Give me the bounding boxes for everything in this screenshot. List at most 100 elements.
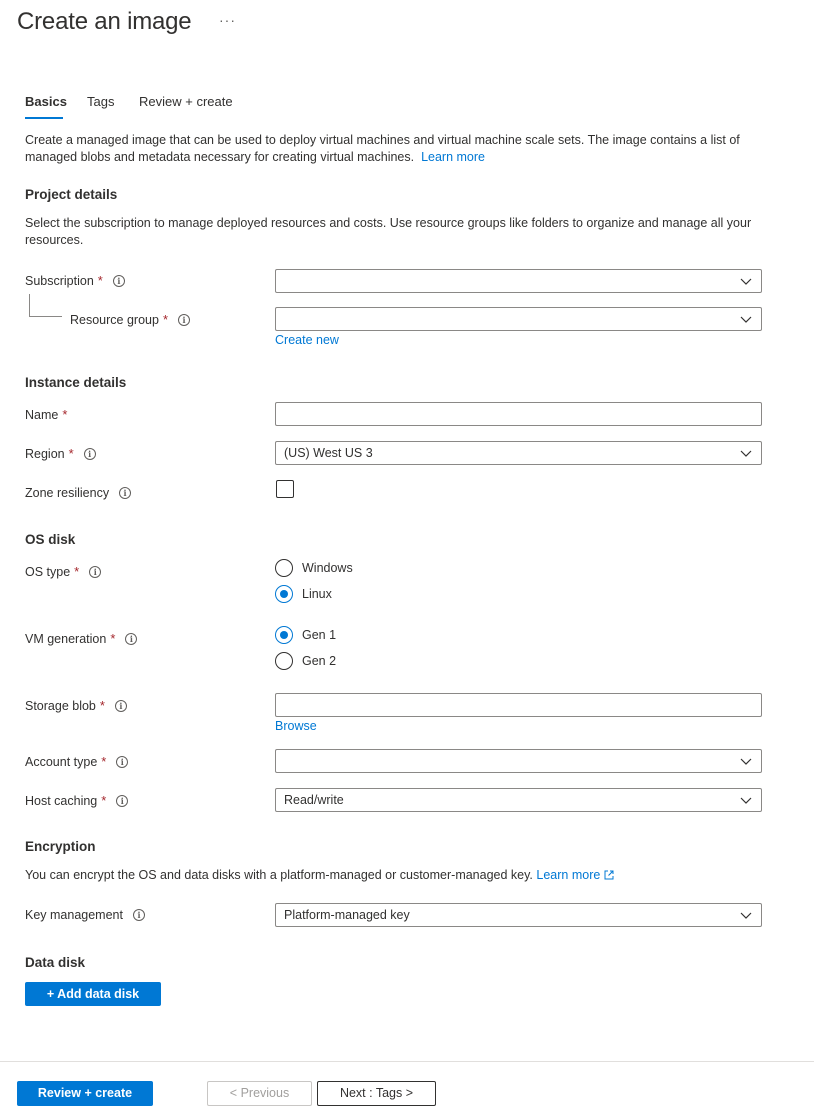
key-management-label-text: Key management (25, 908, 123, 922)
vm-gen-2-option[interactable]: Gen 2 (275, 652, 336, 670)
radio-label: Gen 2 (302, 654, 337, 668)
encryption-description: You can encrypt the OS and data disks wi… (25, 867, 775, 884)
add-data-disk-button[interactable]: + Add data disk (25, 982, 161, 1006)
zone-resiliency-label-text: Zone resiliency (25, 486, 110, 500)
learn-more-link[interactable]: Learn more (421, 150, 485, 164)
project-details-heading: Project details (25, 187, 118, 202)
key-management-label: Key management i (25, 908, 145, 922)
name-input[interactable] (275, 402, 762, 426)
radio-label: Gen 1 (302, 628, 337, 642)
review-create-button[interactable]: Review + create (17, 1081, 153, 1106)
page-title: Create an image (17, 8, 192, 35)
host-caching-value: Read/write (284, 793, 344, 807)
active-tab-indicator (25, 117, 63, 119)
info-icon[interactable]: i (114, 699, 127, 712)
info-icon[interactable]: i (89, 565, 102, 578)
tab-tags[interactable]: Tags (87, 94, 114, 109)
info-icon[interactable]: i (112, 274, 125, 287)
instance-details-heading: Instance details (25, 375, 127, 390)
browse-link[interactable]: Browse (275, 719, 317, 733)
os-type-linux-option[interactable]: Linux (275, 585, 332, 603)
key-management-dropdown[interactable]: Platform-managed key (275, 903, 762, 927)
storage-blob-input[interactable] (275, 693, 762, 717)
account-type-dropdown[interactable] (275, 749, 762, 773)
next-tags-button[interactable]: Next : Tags > (317, 1081, 436, 1106)
region-dropdown[interactable]: (US) West US 3 (275, 441, 762, 465)
region-value: (US) West US 3 (284, 446, 373, 460)
learn-more-text: Learn more (536, 868, 601, 882)
data-disk-heading: Data disk (25, 955, 86, 970)
name-label: Name * (25, 407, 67, 422)
info-icon[interactable]: i (116, 794, 129, 807)
info-icon[interactable]: i (116, 755, 129, 768)
chevron-down-icon (740, 912, 752, 919)
required-indicator: * (162, 312, 169, 327)
host-caching-label-text: Host caching (25, 793, 98, 808)
required-indicator: * (99, 698, 105, 713)
radio-button[interactable] (275, 559, 293, 577)
info-icon[interactable]: i (83, 447, 96, 460)
subscription-label-text: Subscription (25, 273, 94, 288)
storage-blob-label-text: Storage blob (25, 698, 96, 713)
host-caching-label: Host caching * i (25, 793, 129, 808)
zone-resiliency-label: Zone resiliency i (25, 486, 132, 500)
subscription-dropdown[interactable] (275, 269, 762, 293)
os-disk-heading: OS disk (25, 532, 76, 547)
key-management-value: Platform-managed key (284, 908, 410, 922)
info-icon[interactable]: i (125, 632, 138, 645)
intro-description: Create a managed image that can be used … (25, 132, 775, 166)
previous-button[interactable]: < Previous (207, 1081, 312, 1106)
os-type-windows-option[interactable]: Windows (275, 559, 353, 577)
host-caching-dropdown[interactable]: Read/write (275, 788, 762, 812)
radio-button[interactable] (275, 585, 293, 603)
required-indicator: * (110, 631, 116, 646)
resource-group-dropdown[interactable] (275, 307, 762, 331)
radio-label: Linux (302, 587, 332, 601)
required-indicator: * (101, 793, 107, 808)
info-icon[interactable]: i (132, 909, 145, 921)
region-label: Region * i (25, 446, 96, 461)
info-icon[interactable]: i (119, 487, 132, 499)
name-label-text: Name (25, 407, 59, 422)
encryption-heading: Encryption (25, 839, 96, 854)
create-new-link[interactable]: Create new (275, 333, 339, 347)
intro-text: Create a managed image that can be used … (25, 133, 740, 164)
storage-blob-label: Storage blob * i (25, 698, 127, 713)
subscription-label: Subscription * i (25, 273, 125, 288)
encryption-learn-more-link[interactable]: Learn more (536, 868, 614, 882)
radio-button[interactable] (275, 626, 293, 644)
radio-label: Windows (302, 561, 353, 575)
info-icon[interactable]: i (178, 313, 191, 326)
tab-basics[interactable]: Basics (25, 94, 67, 109)
resource-group-label-text: Resource group (70, 312, 159, 327)
radio-button[interactable] (275, 652, 293, 670)
vm-generation-label: VM generation * i (25, 631, 138, 646)
os-type-label-text: OS type (25, 564, 71, 579)
vm-gen-1-option[interactable]: Gen 1 (275, 626, 336, 644)
external-link-icon (604, 870, 614, 880)
vm-generation-label-text: VM generation (25, 631, 107, 646)
chevron-down-icon (740, 797, 752, 804)
required-indicator: * (101, 754, 107, 769)
region-label-text: Region (25, 446, 65, 461)
os-type-label: OS type * i (25, 564, 102, 579)
required-indicator: * (62, 407, 68, 422)
account-type-label: Account type * i (25, 754, 129, 769)
chevron-down-icon (740, 758, 752, 765)
tree-connector (29, 294, 30, 316)
required-indicator: * (68, 446, 74, 461)
chevron-down-icon (740, 316, 752, 323)
tab-review-create[interactable]: Review + create (139, 94, 233, 109)
account-type-label-text: Account type (25, 754, 98, 769)
required-indicator: * (74, 564, 80, 579)
zone-resiliency-checkbox[interactable] (276, 480, 294, 498)
chevron-down-icon (740, 450, 752, 457)
required-indicator: * (97, 273, 103, 288)
project-details-description: Select the subscription to manage deploy… (25, 216, 752, 247)
footer-divider (0, 1061, 814, 1062)
tree-connector (29, 316, 62, 317)
chevron-down-icon (740, 278, 752, 285)
more-options-icon[interactable]: ··· (219, 12, 236, 28)
resource-group-label: Resource group * i (70, 312, 191, 327)
encryption-text: You can encrypt the OS and data disks wi… (25, 868, 533, 882)
